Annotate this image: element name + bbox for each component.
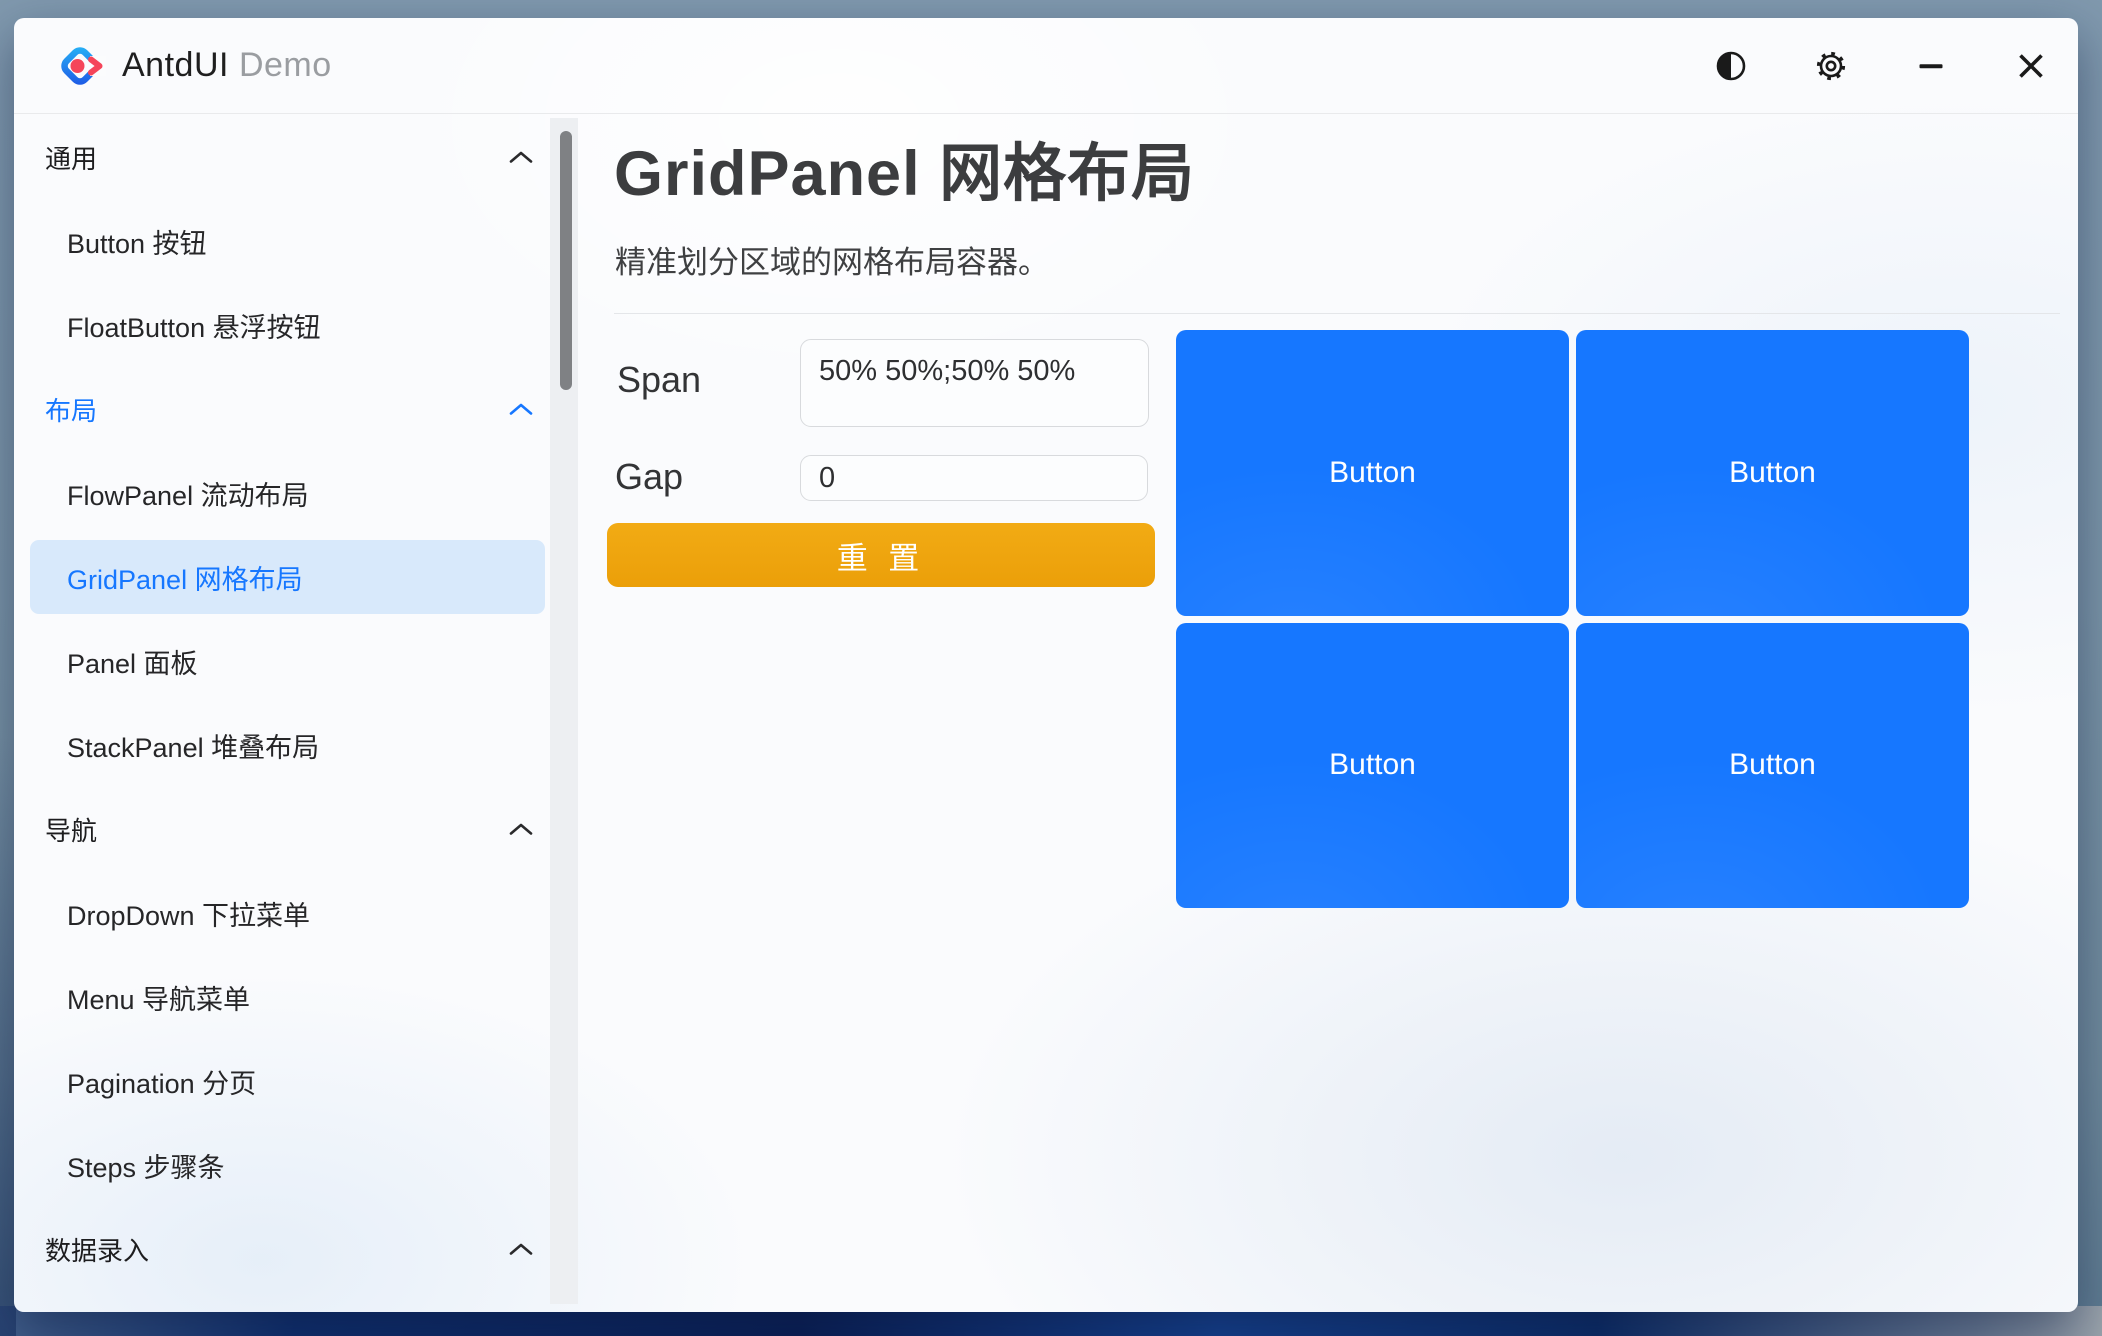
titlebar-actions bbox=[1710, 45, 2052, 87]
page-title: GridPanel 网格布局 bbox=[614, 123, 1195, 214]
title-divider bbox=[614, 313, 2060, 314]
minimize-button[interactable] bbox=[1910, 45, 1952, 87]
item-label: Panel 面板 bbox=[67, 642, 198, 681]
sidebar-nav: 通用 Button 按钮 FloatButton 悬浮按钮 布局 FlowPan… bbox=[14, 115, 578, 1312]
gridpanel-demo: Button Button Button Button bbox=[1176, 330, 1969, 908]
item-label: Button 按钮 bbox=[67, 222, 207, 261]
grid-button-2[interactable]: Button bbox=[1576, 330, 1969, 616]
sidebar-item-button[interactable]: Button 按钮 bbox=[14, 199, 578, 283]
gap-field-label: Gap bbox=[615, 456, 683, 498]
chevron-up-icon bbox=[508, 1241, 534, 1257]
sidebar-item-pagination[interactable]: Pagination 分页 bbox=[14, 1039, 578, 1123]
sidebar-item-gridpanel[interactable]: GridPanel 网格布局 bbox=[14, 535, 578, 619]
main-content: GridPanel 网格布局 精准划分区域的网格布局容器。 Span 50% 5… bbox=[600, 115, 2078, 1312]
grid-button-1[interactable]: Button bbox=[1176, 330, 1569, 616]
settings-gear-icon[interactable] bbox=[1810, 45, 1852, 87]
sidebar-item-flowpanel[interactable]: FlowPanel 流动布局 bbox=[14, 451, 578, 535]
theme-toggle-icon[interactable] bbox=[1710, 45, 1752, 87]
sidebar-item-floatbutton[interactable]: FloatButton 悬浮按钮 bbox=[14, 283, 578, 367]
section-label: 导航 bbox=[45, 811, 97, 848]
chevron-up-icon bbox=[508, 401, 534, 417]
sidebar-scrollbar-track[interactable] bbox=[550, 118, 578, 1304]
item-label: FlowPanel 流动布局 bbox=[67, 474, 309, 513]
item-label: Steps 步骤条 bbox=[67, 1146, 225, 1185]
sidebar-item-steps[interactable]: Steps 步骤条 bbox=[14, 1123, 578, 1207]
page-subtitle: 精准划分区域的网格布局容器。 bbox=[615, 237, 1049, 282]
app-title-suffix: Demo bbox=[239, 46, 332, 84]
section-label: 数据录入 bbox=[45, 1231, 149, 1268]
sidebar-item-stackpanel[interactable]: StackPanel 堆叠布局 bbox=[14, 703, 578, 787]
item-label: FloatButton 悬浮按钮 bbox=[67, 306, 321, 345]
app-window: AntdUIDemo bbox=[14, 18, 2078, 1312]
sidebar-section-general[interactable]: 通用 bbox=[14, 115, 578, 199]
section-label: 布局 bbox=[45, 391, 97, 428]
sidebar-scrollbar-thumb[interactable] bbox=[560, 131, 572, 390]
chevron-up-icon bbox=[508, 149, 534, 165]
sidebar-section-layout[interactable]: 布局 bbox=[14, 367, 578, 451]
grid-button-3[interactable]: Button bbox=[1176, 623, 1569, 909]
sidebar-item-dropdown[interactable]: DropDown 下拉菜单 bbox=[14, 871, 578, 955]
item-label: Menu 导航菜单 bbox=[67, 978, 250, 1017]
item-label: StackPanel 堆叠布局 bbox=[67, 726, 319, 765]
item-label: GridPanel 网格布局 bbox=[67, 558, 303, 597]
reset-button[interactable]: 重 置 bbox=[607, 523, 1155, 587]
sidebar-item-menu[interactable]: Menu 导航菜单 bbox=[14, 955, 578, 1039]
app-title: AntdUIDemo bbox=[122, 46, 332, 85]
close-button[interactable] bbox=[2010, 45, 2052, 87]
titlebar: AntdUIDemo bbox=[14, 18, 2078, 114]
desktop-wallpaper: AntdUIDemo bbox=[0, 0, 2102, 1336]
sidebar-section-data-entry[interactable]: 数据录入 bbox=[14, 1207, 578, 1291]
chevron-up-icon bbox=[508, 821, 534, 837]
item-label: DropDown 下拉菜单 bbox=[67, 894, 310, 933]
sidebar-item-panel[interactable]: Panel 面板 bbox=[14, 619, 578, 703]
span-field-label: Span bbox=[617, 359, 701, 401]
sidebar-section-navigation[interactable]: 导航 bbox=[14, 787, 578, 871]
item-label: Pagination 分页 bbox=[67, 1062, 256, 1101]
grid-button-4[interactable]: Button bbox=[1576, 623, 1969, 909]
section-label: 通用 bbox=[45, 139, 97, 176]
antdui-logo-icon bbox=[54, 40, 106, 92]
span-input[interactable]: 50% 50%;50% 50% bbox=[800, 339, 1149, 427]
gap-input[interactable] bbox=[800, 455, 1148, 501]
